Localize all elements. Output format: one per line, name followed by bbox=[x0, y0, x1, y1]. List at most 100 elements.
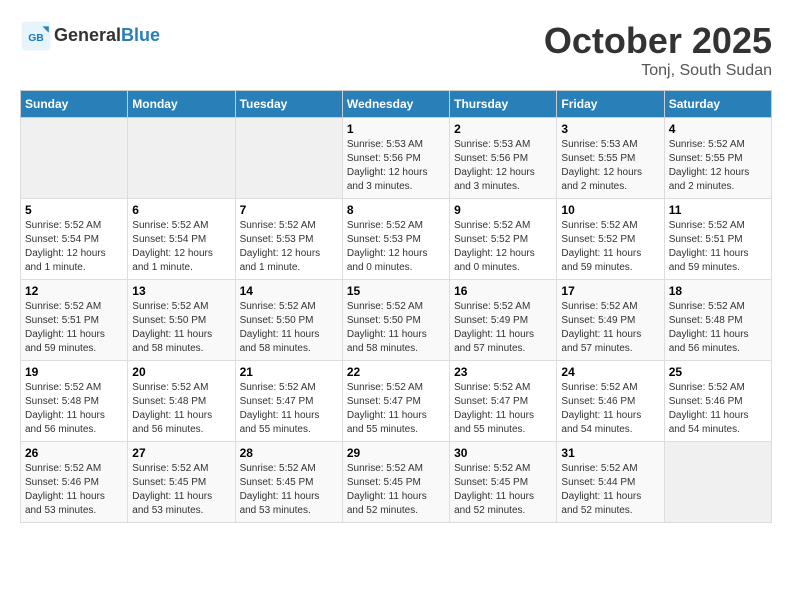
day-number: 1 bbox=[347, 122, 445, 136]
day-cell bbox=[128, 118, 235, 199]
day-info: Sunrise: 5:52 AMSunset: 5:53 PMDaylight:… bbox=[347, 219, 445, 275]
day-cell: 4Sunrise: 5:52 AMSunset: 5:55 PMDaylight… bbox=[664, 118, 771, 199]
day-info: Sunrise: 5:52 AMSunset: 5:55 PMDaylight:… bbox=[669, 138, 767, 194]
location: Tonj, South Sudan bbox=[544, 62, 772, 80]
day-cell: 17Sunrise: 5:52 AMSunset: 5:49 PMDayligh… bbox=[557, 280, 664, 361]
day-number: 11 bbox=[669, 203, 767, 217]
day-number: 14 bbox=[240, 284, 338, 298]
day-cell: 13 Sunrise: 5:52 AMSunset: 5:50 PMDayligh… bbox=[128, 280, 235, 361]
day-cell: 25 Sunrise: 5:52 AMSunset: 5:46 PMDayligh… bbox=[664, 361, 771, 442]
week-row-5: 26 Sunrise: 5:52 AMSunset: 5:46 PMDayligh… bbox=[21, 442, 772, 523]
weekday-sunday: Sunday bbox=[21, 91, 128, 118]
day-number: 13 bbox=[132, 284, 230, 298]
day-info: Sunrise: 5:52 AMSunset: 5:47 PMDaylight:… bbox=[240, 381, 338, 437]
day-cell: 20 Sunrise: 5:52 AMSunset: 5:48 PMDayligh… bbox=[128, 361, 235, 442]
day-number: 26 bbox=[25, 446, 123, 460]
month-title: October 2025 bbox=[544, 20, 772, 62]
day-number: 18 bbox=[669, 284, 767, 298]
day-number: 23 bbox=[454, 365, 552, 379]
day-info: Sunrise: 5:52 AMSunset: 5:48 PMDaylight:… bbox=[669, 300, 767, 356]
day-number: 6 bbox=[132, 203, 230, 217]
weekday-wednesday: Wednesday bbox=[342, 91, 449, 118]
day-info: Sunrise: 5:52 AMSunset: 5:50 PMDaylight:… bbox=[132, 300, 230, 356]
day-cell: 16Sunrise: 5:52 AMSunset: 5:49 PMDayligh… bbox=[450, 280, 557, 361]
page-header: GB GeneralBlue October 2025 Tonj, South … bbox=[20, 20, 772, 80]
day-cell: 11 Sunrise: 5:52 AMSunset: 5:51 PMDayligh… bbox=[664, 199, 771, 280]
weekday-monday: Monday bbox=[128, 91, 235, 118]
day-info: Sunrise: 5:53 AMSunset: 5:56 PMDaylight:… bbox=[347, 138, 445, 194]
day-cell: 29 Sunrise: 5:52 AMSunset: 5:45 PMDayligh… bbox=[342, 442, 449, 523]
week-row-1: 1 Sunrise: 5:53 AMSunset: 5:56 PMDaylight… bbox=[21, 118, 772, 199]
day-info: Sunrise: 5:52 AMSunset: 5:50 PMDaylight:… bbox=[347, 300, 445, 356]
day-cell bbox=[21, 118, 128, 199]
day-info: Sunrise: 5:52 AMSunset: 5:51 PMDaylight:… bbox=[669, 219, 767, 275]
day-cell: 18 Sunrise: 5:52 AMSunset: 5:48 PMDayligh… bbox=[664, 280, 771, 361]
week-row-2: 5 Sunrise: 5:52 AMSunset: 5:54 PMDaylight… bbox=[21, 199, 772, 280]
day-info: Sunrise: 5:52 AMSunset: 5:46 PMDaylight:… bbox=[25, 462, 123, 518]
day-cell: 8 Sunrise: 5:52 AMSunset: 5:53 PMDaylight… bbox=[342, 199, 449, 280]
day-cell: 30 Sunrise: 5:52 AMSunset: 5:45 PMDayligh… bbox=[450, 442, 557, 523]
day-info: Sunrise: 5:52 AMSunset: 5:50 PMDaylight:… bbox=[240, 300, 338, 356]
day-cell: 10 Sunrise: 5:52 AMSunset: 5:52 PMDayligh… bbox=[557, 199, 664, 280]
day-info: Sunrise: 5:52 AMSunset: 5:45 PMDaylight:… bbox=[132, 462, 230, 518]
day-cell: 15Sunrise: 5:52 AMSunset: 5:50 PMDayligh… bbox=[342, 280, 449, 361]
day-cell: 28 Sunrise: 5:52 AMSunset: 5:45 PMDayligh… bbox=[235, 442, 342, 523]
day-info: Sunrise: 5:52 AMSunset: 5:49 PMDaylight:… bbox=[561, 300, 659, 356]
logo: GB GeneralBlue bbox=[20, 20, 160, 52]
day-info: Sunrise: 5:52 AMSunset: 5:44 PMDaylight:… bbox=[561, 462, 659, 518]
day-number: 27 bbox=[132, 446, 230, 460]
day-info: Sunrise: 5:52 AMSunset: 5:54 PMDaylight:… bbox=[25, 219, 123, 275]
day-number: 19 bbox=[25, 365, 123, 379]
day-number: 29 bbox=[347, 446, 445, 460]
logo-text: GeneralBlue bbox=[54, 26, 160, 46]
day-cell: 2 Sunrise: 5:53 AMSunset: 5:56 PMDaylight… bbox=[450, 118, 557, 199]
day-cell: 31 Sunrise: 5:52 AMSunset: 5:44 PMDayligh… bbox=[557, 442, 664, 523]
day-info: Sunrise: 5:52 AMSunset: 5:47 PMDaylight:… bbox=[347, 381, 445, 437]
day-number: 30 bbox=[454, 446, 552, 460]
weekday-tuesday: Tuesday bbox=[235, 91, 342, 118]
week-row-3: 12Sunrise: 5:52 AMSunset: 5:51 PMDayligh… bbox=[21, 280, 772, 361]
day-info: Sunrise: 5:53 AMSunset: 5:55 PMDaylight:… bbox=[561, 138, 659, 194]
day-number: 2 bbox=[454, 122, 552, 136]
day-info: Sunrise: 5:52 AMSunset: 5:45 PMDaylight:… bbox=[347, 462, 445, 518]
day-number: 3 bbox=[561, 122, 659, 136]
day-info: Sunrise: 5:52 AMSunset: 5:49 PMDaylight:… bbox=[454, 300, 552, 356]
day-info: Sunrise: 5:52 AMSunset: 5:52 PMDaylight:… bbox=[561, 219, 659, 275]
week-row-4: 19 Sunrise: 5:52 AMSunset: 5:48 PMDayligh… bbox=[21, 361, 772, 442]
day-cell: 14 Sunrise: 5:52 AMSunset: 5:50 PMDayligh… bbox=[235, 280, 342, 361]
day-cell: 12Sunrise: 5:52 AMSunset: 5:51 PMDayligh… bbox=[21, 280, 128, 361]
day-info: Sunrise: 5:53 AMSunset: 5:56 PMDaylight:… bbox=[454, 138, 552, 194]
day-number: 21 bbox=[240, 365, 338, 379]
day-info: Sunrise: 5:52 AMSunset: 5:45 PMDaylight:… bbox=[454, 462, 552, 518]
day-cell: 5 Sunrise: 5:52 AMSunset: 5:54 PMDaylight… bbox=[21, 199, 128, 280]
day-cell bbox=[235, 118, 342, 199]
day-info: Sunrise: 5:52 AMSunset: 5:52 PMDaylight:… bbox=[454, 219, 552, 275]
calendar-body: 1 Sunrise: 5:53 AMSunset: 5:56 PMDaylight… bbox=[21, 118, 772, 523]
day-number: 5 bbox=[25, 203, 123, 217]
day-info: Sunrise: 5:52 AMSunset: 5:46 PMDaylight:… bbox=[561, 381, 659, 437]
calendar-table: SundayMondayTuesdayWednesdayThursdayFrid… bbox=[20, 90, 772, 523]
day-number: 7 bbox=[240, 203, 338, 217]
day-number: 28 bbox=[240, 446, 338, 460]
day-number: 25 bbox=[669, 365, 767, 379]
day-cell: 3 Sunrise: 5:53 AMSunset: 5:55 PMDaylight… bbox=[557, 118, 664, 199]
day-number: 20 bbox=[132, 365, 230, 379]
day-number: 31 bbox=[561, 446, 659, 460]
day-info: Sunrise: 5:52 AMSunset: 5:47 PMDaylight:… bbox=[454, 381, 552, 437]
day-number: 8 bbox=[347, 203, 445, 217]
day-cell bbox=[664, 442, 771, 523]
day-info: Sunrise: 5:52 AMSunset: 5:54 PMDaylight:… bbox=[132, 219, 230, 275]
day-cell: 7Sunrise: 5:52 AMSunset: 5:53 PMDaylight… bbox=[235, 199, 342, 280]
day-number: 10 bbox=[561, 203, 659, 217]
day-cell: 24 Sunrise: 5:52 AMSunset: 5:46 PMDayligh… bbox=[557, 361, 664, 442]
day-info: Sunrise: 5:52 AMSunset: 5:45 PMDaylight:… bbox=[240, 462, 338, 518]
weekday-friday: Friday bbox=[557, 91, 664, 118]
day-cell: 9Sunrise: 5:52 AMSunset: 5:52 PMDaylight… bbox=[450, 199, 557, 280]
day-info: Sunrise: 5:52 AMSunset: 5:48 PMDaylight:… bbox=[25, 381, 123, 437]
day-info: Sunrise: 5:52 AMSunset: 5:46 PMDaylight:… bbox=[669, 381, 767, 437]
day-number: 24 bbox=[561, 365, 659, 379]
day-number: 22 bbox=[347, 365, 445, 379]
weekday-saturday: Saturday bbox=[664, 91, 771, 118]
day-info: Sunrise: 5:52 AMSunset: 5:48 PMDaylight:… bbox=[132, 381, 230, 437]
day-cell: 6 Sunrise: 5:52 AMSunset: 5:54 PMDaylight… bbox=[128, 199, 235, 280]
